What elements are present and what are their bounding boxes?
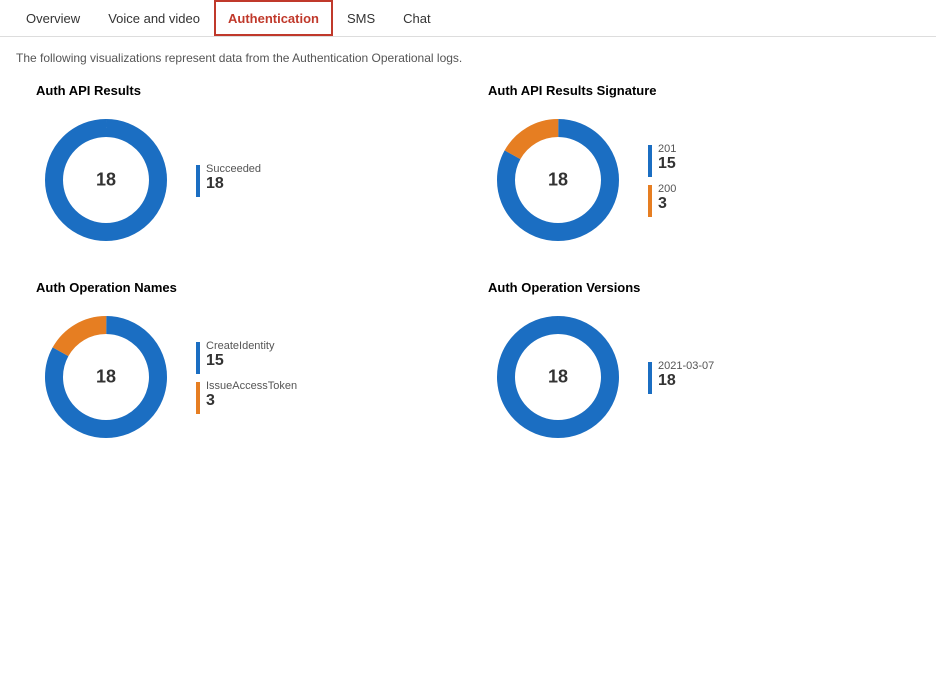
nav-tab-authentication[interactable]: Authentication <box>214 0 333 36</box>
donut-auth-api-results-signature: 18 <box>488 110 628 250</box>
nav-tab-overview[interactable]: Overview <box>12 0 94 36</box>
legend-name: CreateIdentity <box>206 340 274 352</box>
legend-color-bar <box>648 185 652 217</box>
legend-value: 18 <box>658 372 714 390</box>
chart-section-auth-api-results: Auth API Results 18Succeeded18 <box>16 83 468 250</box>
legend-text: 2003 <box>658 183 676 213</box>
chart-title-auth-operation-versions: Auth Operation Versions <box>488 280 900 295</box>
nav-tabs: OverviewVoice and videoAuthenticationSMS… <box>0 0 936 37</box>
legend-text: Succeeded18 <box>206 163 261 193</box>
donut-auth-operation-versions: 18 <box>488 307 628 447</box>
legend-name: IssueAccessToken <box>206 380 297 392</box>
legend-color-bar <box>196 165 200 197</box>
chart-body-auth-api-results: 18Succeeded18 <box>36 110 448 250</box>
chart-title-auth-api-results: Auth API Results <box>36 83 448 98</box>
legend-name: 2021-03-07 <box>658 360 714 372</box>
donut-auth-operation-names: 18 <box>36 307 176 447</box>
chart-body-auth-api-results-signature: 18 20115 2003 <box>488 110 900 250</box>
legend-text: IssueAccessToken3 <box>206 380 297 410</box>
legend-name: 201 <box>658 143 676 155</box>
legend-item: IssueAccessToken3 <box>196 380 297 414</box>
legend-auth-api-results-signature: 20115 2003 <box>648 143 676 217</box>
donut-label-auth-operation-names: 18 <box>96 367 116 388</box>
chart-title-auth-api-results-signature: Auth API Results Signature <box>488 83 900 98</box>
legend-item: 20115 <box>648 143 676 177</box>
chart-body-auth-operation-names: 18 CreateIdentity15 IssueAccessToken3 <box>36 307 448 447</box>
chart-section-auth-api-results-signature: Auth API Results Signature 18 20115 2003 <box>468 83 920 250</box>
subtitle: The following visualizations represent d… <box>16 51 920 65</box>
charts-grid: Auth API Results 18Succeeded18Auth API R… <box>16 83 920 447</box>
donut-auth-api-results: 18 <box>36 110 176 250</box>
legend-text: 20115 <box>658 143 676 173</box>
legend-auth-operation-names: CreateIdentity15 IssueAccessToken3 <box>196 340 297 414</box>
legend-color-bar <box>196 382 200 414</box>
legend-color-bar <box>196 342 200 374</box>
legend-auth-api-results: Succeeded18 <box>196 163 261 197</box>
legend-value: 15 <box>206 352 274 370</box>
legend-auth-operation-versions: 2021-03-0718 <box>648 360 714 394</box>
page-content: The following visualizations represent d… <box>0 37 936 461</box>
legend-value: 3 <box>206 392 297 410</box>
nav-tab-voice-and-video[interactable]: Voice and video <box>94 0 214 36</box>
legend-value: 18 <box>206 175 261 193</box>
nav-tab-chat[interactable]: Chat <box>389 0 444 36</box>
chart-section-auth-operation-names: Auth Operation Names 18 CreateIdentity15 I… <box>16 280 468 447</box>
nav-tab-sms[interactable]: SMS <box>333 0 389 36</box>
legend-text: CreateIdentity15 <box>206 340 274 370</box>
legend-text: 2021-03-0718 <box>658 360 714 390</box>
donut-label-auth-api-results: 18 <box>96 170 116 191</box>
legend-color-bar <box>648 145 652 177</box>
chart-section-auth-operation-versions: Auth Operation Versions 182021-03-0718 <box>468 280 920 447</box>
legend-name: Succeeded <box>206 163 261 175</box>
chart-body-auth-operation-versions: 182021-03-0718 <box>488 307 900 447</box>
chart-title-auth-operation-names: Auth Operation Names <box>36 280 448 295</box>
legend-item: Succeeded18 <box>196 163 261 197</box>
legend-value: 3 <box>658 195 676 213</box>
donut-label-auth-operation-versions: 18 <box>548 367 568 388</box>
legend-value: 15 <box>658 155 676 173</box>
legend-item: CreateIdentity15 <box>196 340 297 374</box>
legend-color-bar <box>648 362 652 394</box>
legend-item: 2003 <box>648 183 676 217</box>
legend-name: 200 <box>658 183 676 195</box>
donut-label-auth-api-results-signature: 18 <box>548 170 568 191</box>
legend-item: 2021-03-0718 <box>648 360 714 394</box>
